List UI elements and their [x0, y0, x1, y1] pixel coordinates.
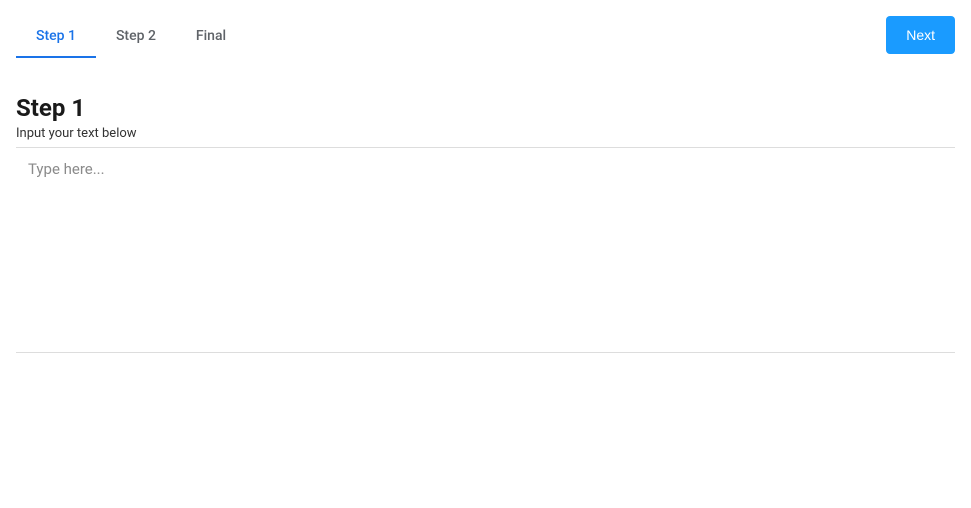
tab-step-2[interactable]: Step 2	[96, 16, 176, 58]
tabs: Step 1 Step 2 Final	[16, 16, 246, 58]
header-row: Step 1 Step 2 Final Next	[16, 16, 955, 58]
step-content: Step 1 Input your text below	[16, 94, 955, 353]
tab-final[interactable]: Final	[176, 16, 246, 58]
textarea-container	[16, 147, 955, 353]
step-subtitle: Input your text below	[16, 126, 955, 141]
text-input[interactable]	[16, 158, 955, 338]
step-title: Step 1	[16, 94, 955, 122]
next-button[interactable]: Next	[886, 16, 955, 54]
tab-step-1[interactable]: Step 1	[16, 16, 96, 58]
